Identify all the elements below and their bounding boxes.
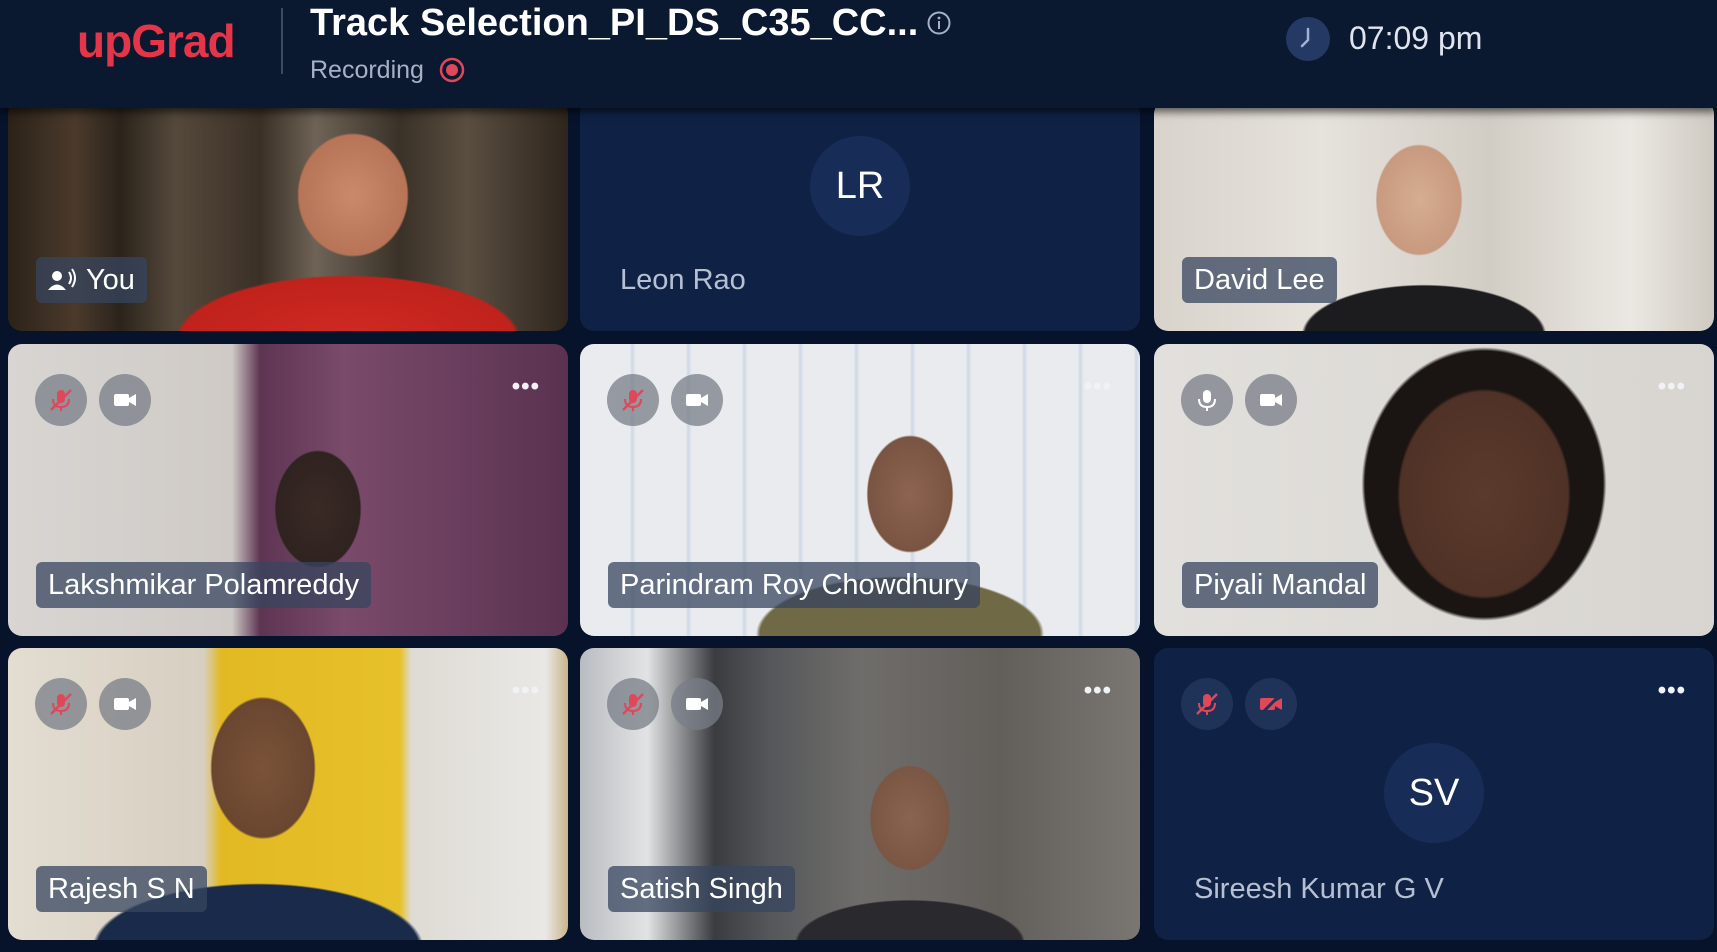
info-icon[interactable] [927, 11, 951, 35]
camera-button[interactable] [99, 374, 151, 426]
participant-name: David Lee [1194, 264, 1325, 296]
participant-name: You [86, 264, 135, 296]
avatar: LR [810, 136, 910, 236]
header-divider [281, 8, 283, 74]
more-options-icon[interactable]: ••• [512, 679, 540, 703]
participant-tile-you[interactable]: You [8, 100, 568, 331]
mic-muted-icon [1196, 693, 1218, 715]
speaker-icon [48, 268, 76, 290]
participant-name: Piyali Mandal [1194, 569, 1367, 601]
avatar: SV [1384, 743, 1484, 843]
mic-muted-icon [50, 389, 72, 411]
mic-muted-button[interactable] [607, 374, 659, 426]
participant-tile-rajesh[interactable]: ••• Rajesh S N [8, 648, 568, 940]
mic-muted-icon [50, 693, 72, 715]
clock-time: 07:09 pm [1349, 20, 1483, 56]
participant-name: Sireesh Kumar G V [1182, 866, 1456, 912]
participant-tile-david-lee[interactable]: David Lee [1154, 100, 1714, 331]
participant-tile-piyali[interactable]: ••• Piyali Mandal [1154, 344, 1714, 636]
participant-tile-lakshmikar[interactable]: ••• Lakshmikar Polamreddy [8, 344, 568, 636]
mic-muted-icon [622, 389, 644, 411]
participant-name-badge: Satish Singh [608, 866, 795, 912]
camera-icon [686, 698, 708, 710]
camera-icon [114, 394, 136, 406]
camera-icon [114, 698, 136, 710]
more-options-icon[interactable]: ••• [1658, 375, 1686, 399]
camera-button[interactable] [671, 374, 723, 426]
more-options-icon[interactable]: ••• [512, 375, 540, 399]
mic-muted-icon [622, 693, 644, 715]
camera-icon [1260, 394, 1282, 406]
participant-name-badge: Piyali Mandal [1182, 562, 1379, 608]
camera-button[interactable] [99, 678, 151, 730]
participant-name: Parindram Roy Chowdhury [620, 569, 969, 601]
camera-button[interactable] [1245, 374, 1297, 426]
meeting-header: upGrad Track Selection_PI_DS_C35_CC... R… [0, 0, 1717, 108]
mic-muted-button[interactable] [35, 374, 87, 426]
participant-name-text: Leon Rao [620, 264, 746, 296]
participant-tile-leon-rao[interactable]: LR Leon Rao [580, 100, 1140, 331]
camera-button[interactable] [671, 678, 723, 730]
recording-dot-icon [439, 57, 465, 83]
clock-icon [1286, 17, 1330, 61]
participant-name-badge: Lakshmikar Polamreddy [36, 562, 372, 608]
upgrad-logo: upGrad [77, 15, 236, 67]
recording-label: Recording [310, 56, 424, 84]
more-options-icon[interactable]: ••• [1658, 679, 1686, 703]
camera-icon [686, 394, 708, 406]
camera-off-button[interactable] [1245, 678, 1297, 730]
meeting-title: Track Selection_PI_DS_C35_CC... [310, 2, 919, 44]
mic-button[interactable] [1181, 374, 1233, 426]
mic-muted-button[interactable] [35, 678, 87, 730]
participant-tile-satish[interactable]: ••• Satish Singh [580, 648, 1140, 940]
participant-name-badge: You [36, 257, 147, 303]
more-options-icon[interactable]: ••• [1084, 679, 1112, 703]
participant-name: Satish Singh [620, 873, 783, 905]
participant-tile-sireesh[interactable]: ••• SV Sireesh Kumar G V [1154, 648, 1714, 940]
camera-off-icon [1259, 692, 1283, 716]
participant-name: Lakshmikar Polamreddy [48, 569, 360, 601]
participant-tile-parindram[interactable]: ••• Parindram Roy Chowdhury [580, 344, 1140, 636]
mic-muted-button[interactable] [1181, 678, 1233, 730]
mic-muted-button[interactable] [607, 678, 659, 730]
participant-name-text: Sireesh Kumar G V [1194, 873, 1444, 905]
more-options-icon[interactable]: ••• [1084, 375, 1112, 399]
participant-name-badge: David Lee [1182, 257, 1337, 303]
mic-icon [1198, 390, 1216, 411]
participant-name-badge: Rajesh S N [36, 866, 207, 912]
participant-name: Rajesh S N [48, 873, 195, 905]
participant-name: Leon Rao [608, 257, 758, 303]
participant-name-badge: Parindram Roy Chowdhury [608, 562, 981, 608]
